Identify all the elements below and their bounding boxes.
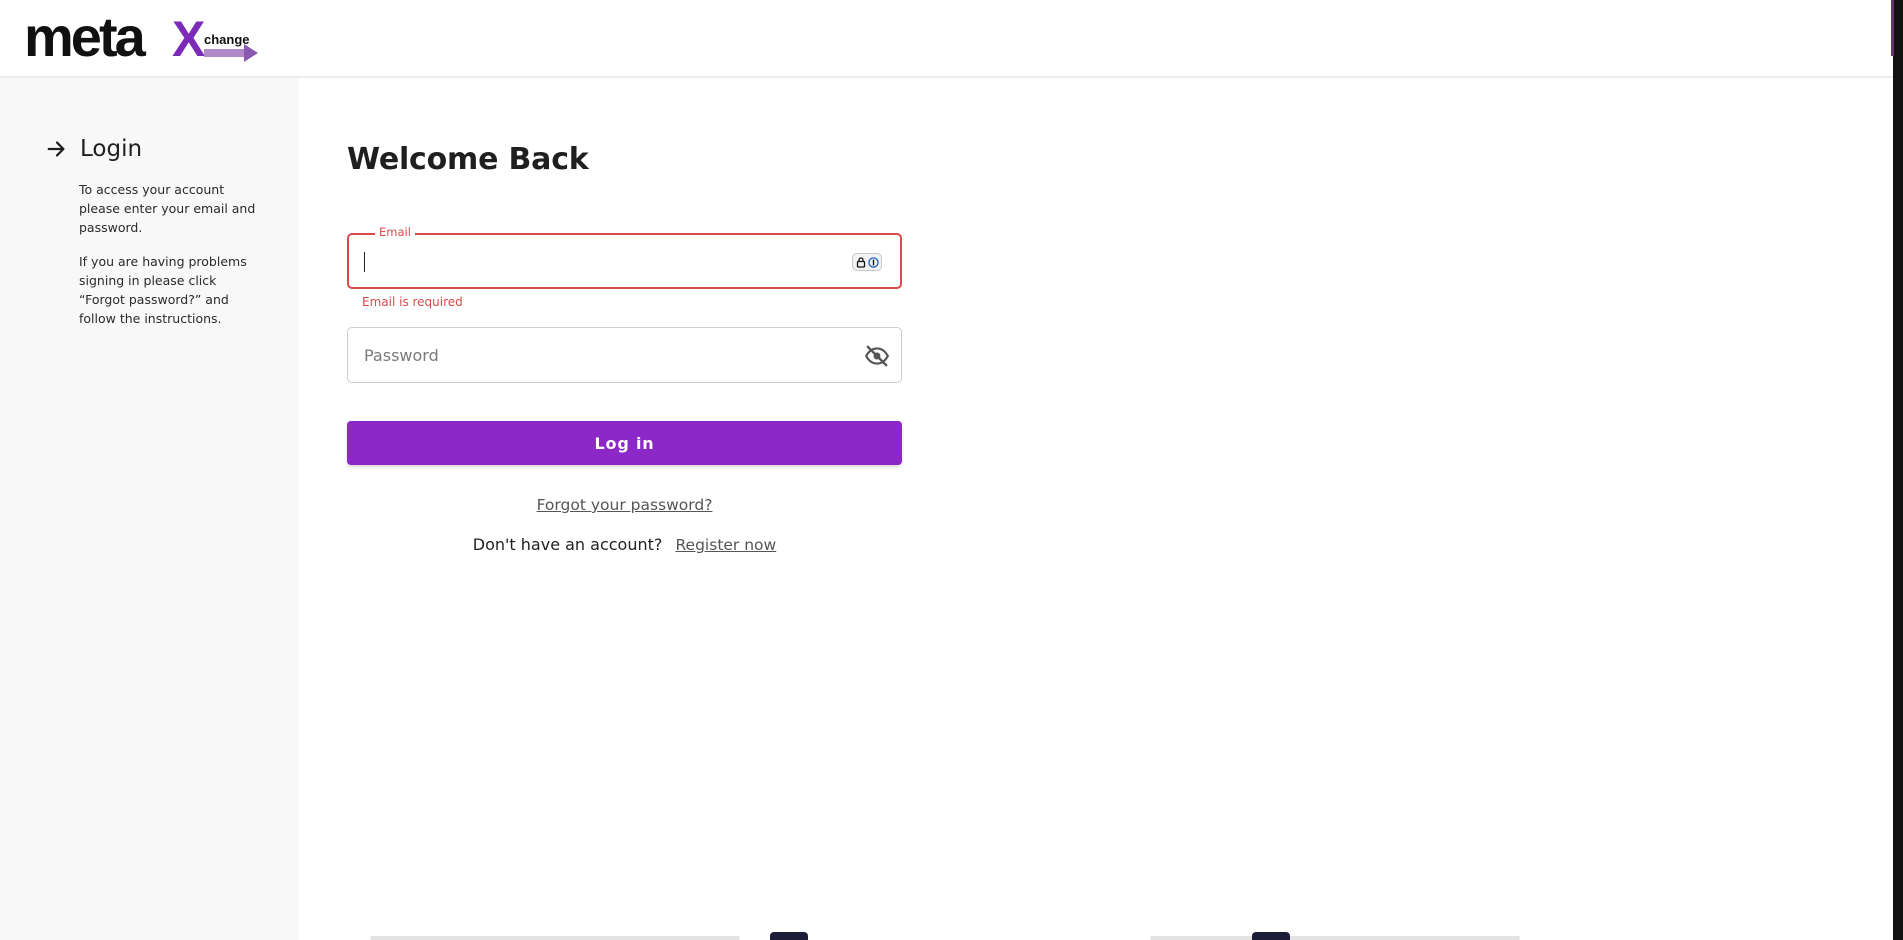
forgot-password-row: Forgot your password? — [347, 496, 902, 514]
bottom-divider — [370, 936, 740, 940]
bottom-card-tab — [770, 932, 808, 940]
sidebar-instructions: To access your account please enter your… — [79, 182, 256, 235]
register-prompt: Don't have an account? — [472, 535, 663, 554]
sidebar-title: Login — [46, 136, 142, 162]
logo-small-text: change — [204, 32, 250, 47]
email-field[interactable] — [347, 233, 902, 289]
password-manager-icon[interactable] — [852, 253, 882, 271]
sidebar-title-label: Login — [80, 136, 143, 162]
eye-off-icon[interactable] — [864, 343, 890, 369]
logo-x-text: X — [172, 11, 205, 66]
page-title: Welcome Back — [347, 142, 589, 177]
sidebar-help-text: If you are having problems signing in pl… — [79, 254, 247, 326]
bottom-card-tab — [1252, 932, 1290, 940]
window-edge — [1893, 0, 1903, 940]
login-page: meta X change Login To access your accou… — [0, 0, 1903, 940]
email-error-message: Email is required — [362, 295, 463, 309]
register-row: Don't have an account? Register now — [347, 535, 902, 554]
arrow-right-icon — [47, 141, 65, 157]
register-link[interactable]: Register now — [675, 536, 776, 554]
login-button[interactable]: Log in — [347, 421, 902, 465]
info-icon — [867, 256, 879, 268]
bottom-divider — [1150, 936, 1520, 940]
password-input[interactable] — [362, 328, 832, 382]
email-label: Email — [375, 225, 415, 239]
email-input[interactable] — [363, 235, 833, 287]
lock-icon — [856, 256, 865, 268]
window-edge-accent — [1891, 0, 1894, 56]
logo-main-text: meta — [24, 10, 147, 66]
forgot-password-link[interactable]: Forgot your password? — [537, 496, 713, 514]
password-field[interactable] — [347, 327, 902, 383]
metaxchange-logo[interactable]: meta X change — [24, 10, 264, 66]
header: meta X change — [0, 0, 1893, 78]
